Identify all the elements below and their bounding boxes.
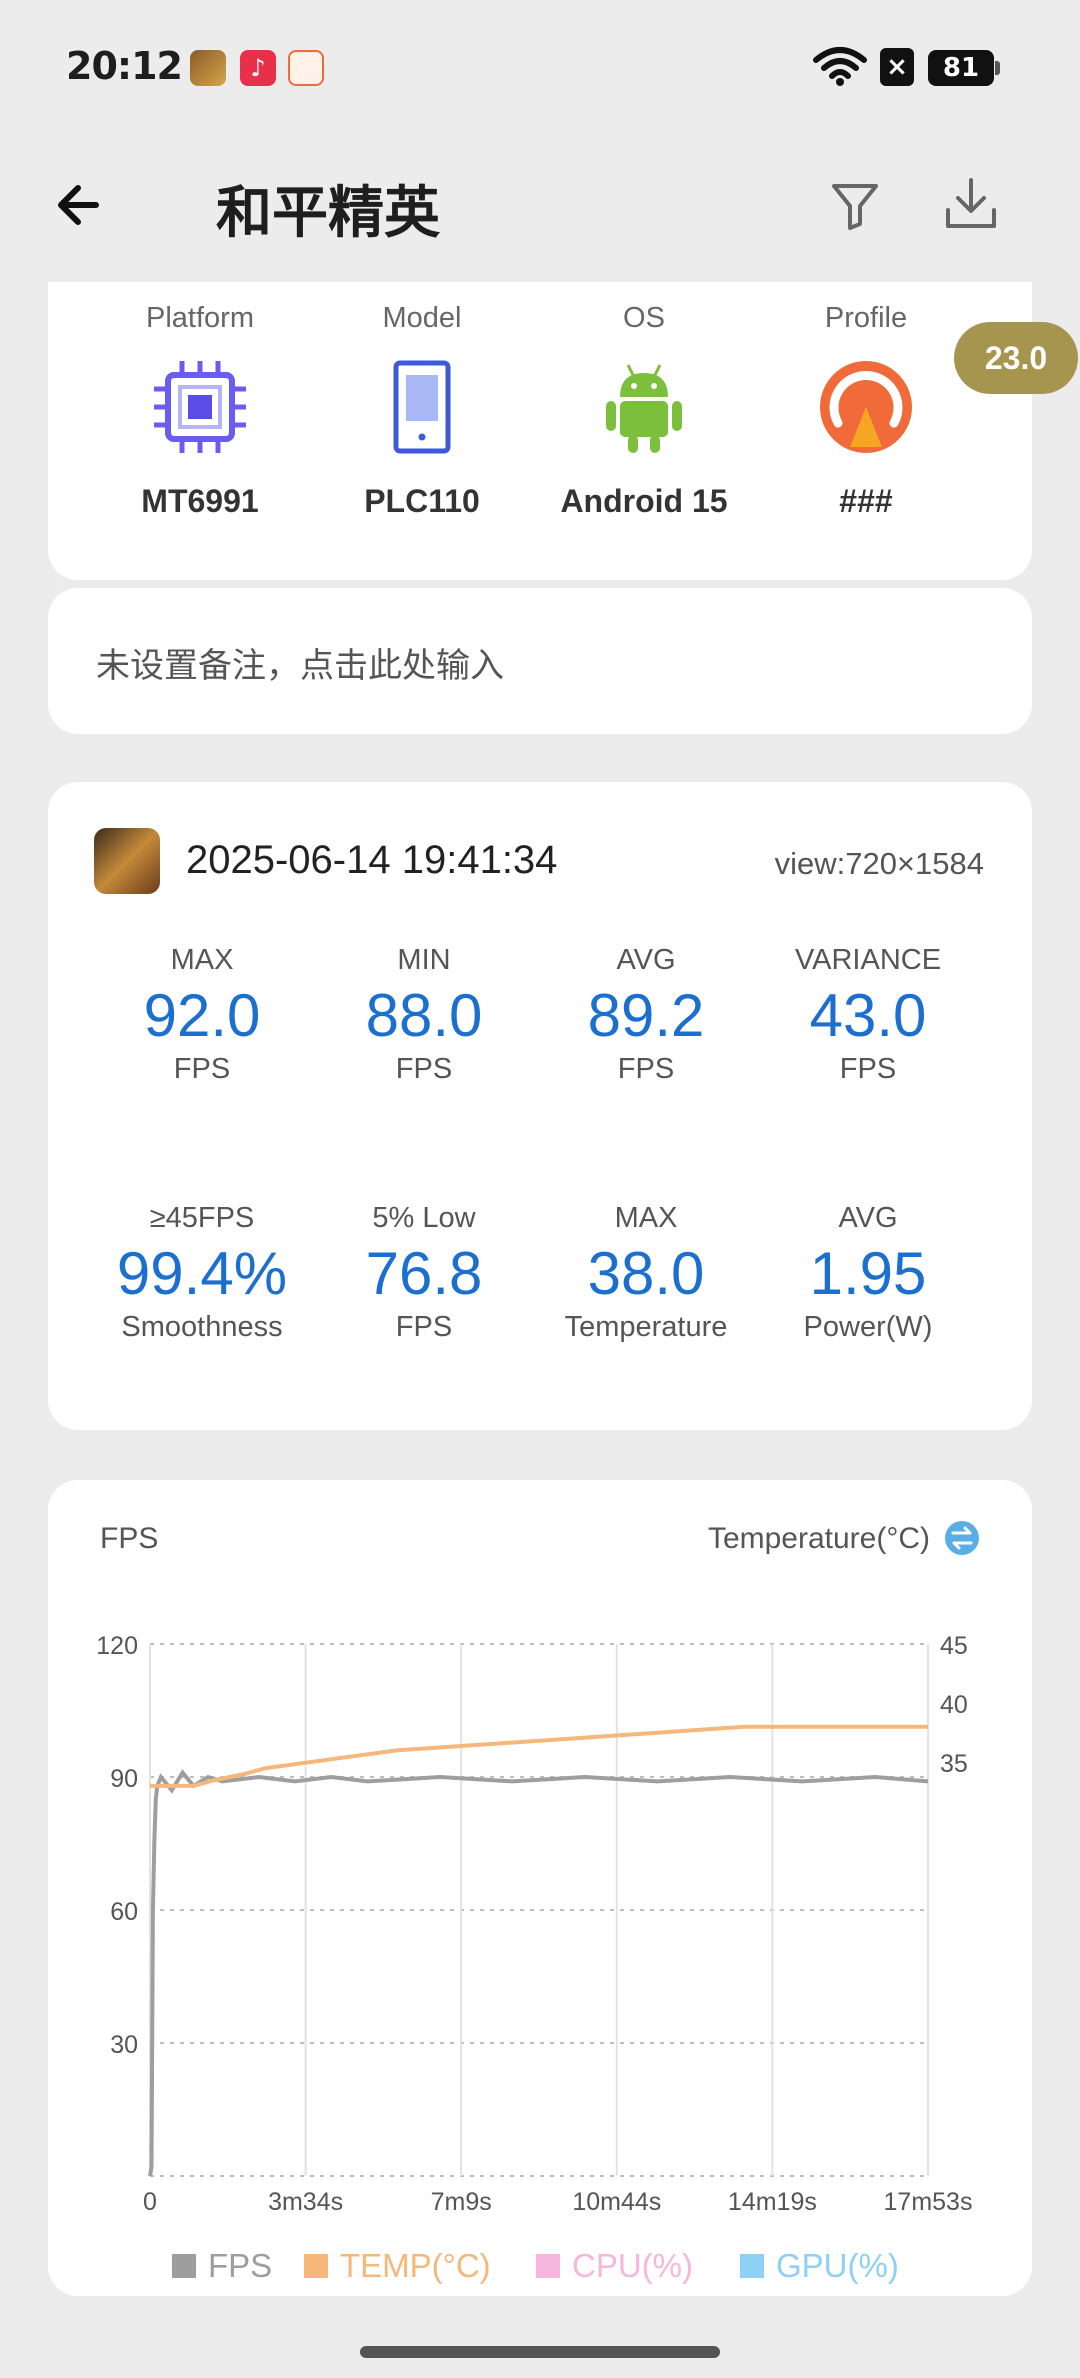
back-arrow-icon[interactable]	[50, 170, 120, 240]
model-label: Model	[382, 302, 462, 334]
stat-avg-power: AVG 1.95 Power(W)	[758, 1202, 978, 1344]
view-resolution: view:720×1584	[774, 846, 984, 881]
model-value: PLC110	[364, 483, 480, 519]
stat-label: MIN	[397, 944, 451, 976]
stat-max-temp: MAX 38.0 Temperature	[536, 1202, 756, 1344]
stat-label: AVG	[616, 944, 676, 976]
stat-value: 89.2	[587, 982, 705, 1049]
platform-label: Platform	[146, 302, 254, 334]
device-profile: Profile ###	[756, 302, 976, 520]
stat-variance: VARIANCE 43.0 FPS	[758, 944, 978, 1086]
status-time: 20:12	[66, 44, 183, 88]
profile-label: Profile	[824, 302, 908, 334]
home-indicator[interactable]	[360, 2346, 720, 2358]
legend-label: FPS	[208, 2247, 272, 2284]
session-stats-card: 2025-06-14 19:41:34 view:720×1584 MAX 92…	[48, 782, 1032, 1430]
os-label: OS	[623, 302, 665, 334]
stat-unit: FPS	[173, 1053, 231, 1085]
x-tick-label: 7m9s	[431, 2188, 492, 2216]
game-app-icon	[190, 50, 226, 86]
y-tick-label-left: 120	[96, 1632, 138, 1660]
page-title: 和平精英	[216, 181, 440, 246]
legend-swatch	[740, 2254, 764, 2278]
stat-value: 38.0	[587, 1240, 705, 1307]
stat-unit: FPS	[617, 1053, 675, 1085]
session-timestamp: 2025-06-14 19:41:34	[186, 838, 558, 882]
x-tick-label: 0	[143, 2188, 157, 2216]
y-tick-label-right: 40	[940, 1691, 968, 1719]
stat-value: 1.95	[809, 1240, 927, 1307]
download-icon[interactable]	[936, 170, 1006, 240]
device-platform: Platform MT6991	[90, 302, 310, 520]
stat-label: ≥45FPS	[149, 1202, 255, 1234]
stat-label: VARIANCE	[794, 944, 942, 976]
status-bar: 20:12 ♪ × 81	[0, 0, 1080, 140]
no-sim-icon: ×	[880, 48, 914, 86]
stat-label: MAX	[614, 1202, 678, 1234]
x-tick-label: 14m19s	[728, 2188, 817, 2216]
app-bar: 和平精英	[0, 140, 1080, 290]
left-axis-title: FPS	[100, 1522, 158, 1555]
stat-smoothness: ≥45FPS 99.4% Smoothness	[92, 1202, 312, 1344]
fps-series-line	[148, 1769, 929, 2177]
x-tick-label: 17m53s	[884, 2188, 973, 2216]
stat-min-fps: MIN 88.0 FPS	[314, 944, 534, 1086]
stat-unit: Temperature	[564, 1311, 728, 1343]
y-tick-label-right: 45	[940, 1632, 968, 1660]
stat-value: 92.0	[143, 982, 261, 1049]
game-icon	[94, 828, 160, 894]
stat-value: 43.0	[809, 982, 927, 1049]
stat-value: 99.4%	[116, 1240, 288, 1307]
stat-avg-fps: AVG 89.2 FPS	[536, 944, 756, 1086]
y-tick-label-left: 90	[110, 1765, 138, 1793]
stat-5pct-low: 5% Low 76.8 FPS	[314, 1202, 534, 1344]
profile-gauge-icon	[820, 361, 912, 453]
battery-indicator: 81	[928, 50, 1000, 86]
stat-value: 88.0	[365, 982, 483, 1049]
note-input[interactable]: 未设置备注，点击此处输入	[48, 588, 1032, 734]
legend-swatch	[172, 2254, 196, 2278]
wifi-icon	[813, 47, 867, 86]
stat-unit: Power(W)	[803, 1311, 933, 1343]
right-axis-title: Temperature(°C)	[708, 1522, 930, 1555]
legend-swatch	[304, 2254, 328, 2278]
fps-temperature-chart[interactable]: FPS Temperature(°C) 120 90 60 30 45 40 35 0 3m34…	[48, 1480, 1032, 2296]
legend-label: GPU(%)	[776, 2247, 899, 2284]
stat-unit: FPS	[839, 1053, 897, 1085]
chip-icon	[154, 361, 246, 453]
device-info-card: Platform MT6991 Model PLC110 OS Android …	[48, 282, 1032, 580]
android-icon	[606, 364, 682, 453]
stat-unit: FPS	[395, 1053, 453, 1085]
legend-label: CPU(%)	[572, 2247, 693, 2284]
stat-max-fps: MAX 92.0 FPS	[92, 944, 312, 1086]
stat-label: AVG	[838, 1202, 898, 1234]
y-tick-label-left: 60	[110, 1898, 138, 1926]
floating-badge[interactable]: 23.0	[954, 322, 1078, 394]
stat-label: MAX	[170, 944, 234, 976]
phone-icon	[393, 360, 451, 454]
stat-value: 76.8	[365, 1240, 483, 1307]
os-value: Android 15	[560, 483, 728, 519]
device-model: Model PLC110	[312, 302, 532, 520]
platform-value: MT6991	[141, 483, 259, 519]
note-placeholder: 未设置备注，点击此处输入	[96, 646, 504, 686]
fps-chart-card: FPS Temperature(°C) 120 90 60 30 45 40 35 0 3m34…	[48, 1480, 1032, 2296]
game-center-icon	[288, 50, 324, 86]
legend-swatch	[536, 2254, 560, 2278]
stat-label: 5% Low	[372, 1202, 476, 1234]
music-app-icon: ♪	[240, 50, 276, 86]
stat-unit: Smoothness	[121, 1311, 283, 1343]
x-tick-label: 3m34s	[268, 2188, 343, 2216]
swap-icon[interactable]	[945, 1521, 979, 1555]
x-tick-label: 10m44s	[572, 2188, 661, 2216]
profile-value: ###	[839, 483, 893, 519]
y-tick-label-left: 30	[110, 2031, 138, 2059]
stat-unit: FPS	[395, 1311, 453, 1343]
y-tick-label-right: 35	[940, 1750, 968, 1778]
device-os: OS Android 15	[534, 302, 754, 520]
filter-icon[interactable]	[820, 170, 890, 240]
legend-label: TEMP(°C)	[340, 2247, 491, 2284]
